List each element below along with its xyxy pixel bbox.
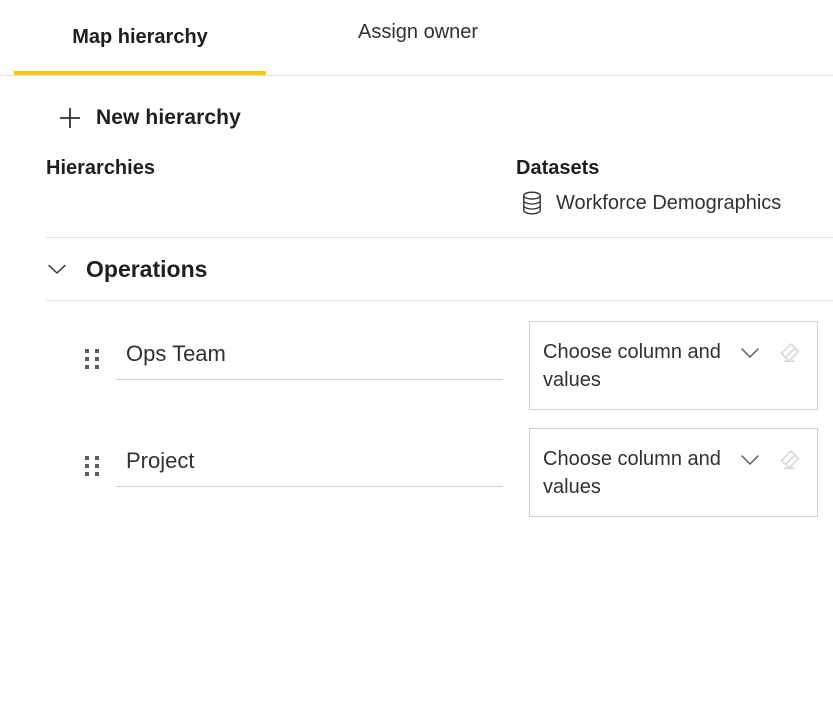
chooser-placeholder-text: Choose column and values	[543, 338, 738, 394]
dataset-name: Workforce Demographics	[556, 192, 781, 215]
column-header-hierarchies: Hierarchies	[46, 157, 155, 180]
tab-assign-owner-label: Assign owner	[358, 21, 478, 44]
eraser-icon[interactable]	[777, 446, 803, 472]
dataset-item[interactable]: Workforce Demographics	[521, 191, 781, 215]
column-header-datasets: Datasets	[516, 157, 599, 180]
hierarchy-section: Operations Choose column and values	[0, 237, 833, 535]
plus-icon	[58, 106, 82, 130]
tab-bar: Map hierarchy Assign owner	[0, 0, 833, 76]
new-hierarchy-button[interactable]: New hierarchy	[58, 106, 241, 130]
tab-map-hierarchy[interactable]: Map hierarchy	[14, 0, 266, 75]
tab-map-hierarchy-label: Map hierarchy	[72, 26, 208, 49]
hierarchy-level-row: Choose column and values	[0, 321, 833, 428]
section-title: Operations	[86, 256, 207, 283]
drag-handle-icon[interactable]	[84, 455, 100, 477]
tab-assign-owner[interactable]: Assign owner	[326, 0, 510, 75]
eraser-icon[interactable]	[777, 339, 803, 365]
section-header-operations[interactable]: Operations	[0, 238, 833, 300]
chevron-down-icon	[46, 258, 68, 280]
hierarchy-level-row: Choose column and values	[0, 428, 833, 535]
new-hierarchy-label: New hierarchy	[96, 106, 241, 130]
chevron-down-icon[interactable]	[739, 451, 761, 469]
database-icon	[521, 191, 543, 215]
dataset-list: Workforce Demographics	[0, 191, 833, 237]
hierarchy-level-name-input[interactable]	[116, 333, 503, 380]
chooser-placeholder-text: Choose column and values	[543, 445, 738, 501]
hierarchy-level-list: Choose column and values	[0, 301, 833, 535]
chevron-down-icon[interactable]	[739, 344, 761, 362]
column-headers: Hierarchies Datasets	[0, 157, 833, 191]
drag-handle-icon[interactable]	[84, 348, 100, 370]
hierarchy-level-name-input[interactable]	[116, 440, 503, 487]
choose-column-and-values-dropdown[interactable]: Choose column and values	[529, 321, 818, 410]
choose-column-and-values-dropdown[interactable]: Choose column and values	[529, 428, 818, 517]
